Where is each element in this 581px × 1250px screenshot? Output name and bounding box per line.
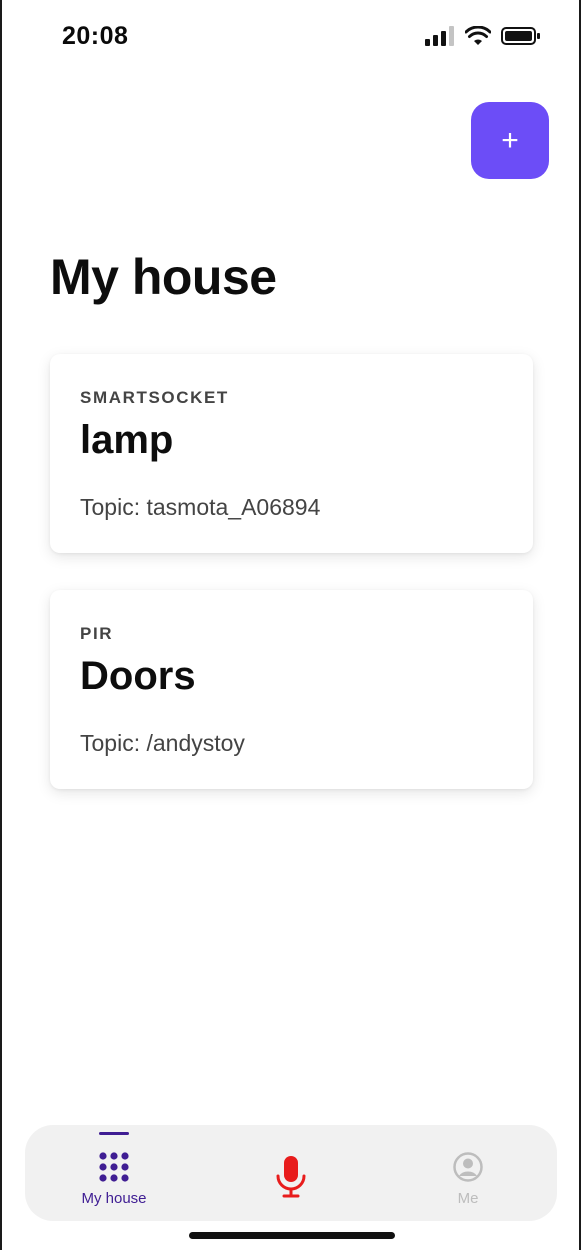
page-title: My house	[50, 249, 277, 305]
tab-me[interactable]: Me	[393, 1125, 543, 1221]
frame-edge-left	[0, 0, 2, 1250]
device-type: SMARTSOCKET	[80, 388, 229, 407]
user-icon	[453, 1152, 483, 1182]
home-indicator	[189, 1232, 395, 1239]
microphone-button[interactable]	[216, 1125, 366, 1221]
device-card[interactable]: SMARTSOCKET lamp Topic: tasmota_A06894	[50, 354, 533, 553]
device-card[interactable]: PIR Doors Topic: /andystoy	[50, 590, 533, 789]
add-device-button[interactable]: +	[471, 102, 549, 179]
status-icons	[425, 26, 541, 46]
status-time: 20:08	[62, 22, 129, 50]
wifi-icon	[465, 26, 491, 45]
grid-icon	[99, 1152, 129, 1182]
signal-icon	[425, 26, 454, 46]
device-topic: Topic: /andystoy	[80, 730, 245, 756]
microphone-icon	[276, 1156, 306, 1198]
active-tab-indicator	[99, 1132, 129, 1135]
device-type: PIR	[80, 624, 114, 643]
battery-icon	[501, 27, 540, 45]
tab-my-house[interactable]: My house	[39, 1125, 189, 1221]
device-topic: Topic: tasmota_A06894	[80, 494, 321, 520]
tab-bar: My house Me	[25, 1125, 557, 1221]
plus-icon: +	[501, 123, 519, 157]
device-name: Doors	[80, 654, 196, 698]
tab-label: Me	[457, 1190, 479, 1207]
tab-label: My house	[81, 1190, 147, 1207]
device-name: lamp	[80, 418, 174, 462]
